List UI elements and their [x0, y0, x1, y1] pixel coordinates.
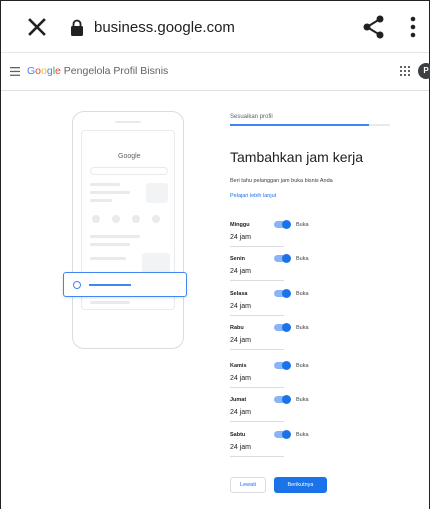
day-row: Jumat Buka 24 jam — [230, 395, 370, 429]
clock-icon — [73, 281, 81, 289]
open-state: Buka — [296, 325, 309, 331]
illustration-dot — [152, 215, 160, 223]
hours-field[interactable]: 24 jam — [230, 375, 251, 382]
toggle-knob — [282, 395, 291, 404]
toggle-knob — [282, 289, 291, 298]
open-state: Buka — [296, 256, 309, 262]
hours-underline — [230, 349, 284, 350]
day-name: Rabu — [230, 325, 244, 331]
phone-speaker — [115, 121, 141, 123]
day-name: Minggu — [230, 222, 250, 228]
illustration-search-bar — [90, 167, 168, 175]
day-row: Sabtu Buka 24 jam — [230, 430, 370, 464]
url-text[interactable]: business.google.com — [94, 19, 235, 36]
browser-toolbar: business.google.com — [1, 1, 429, 53]
brand-letter: G — [27, 65, 36, 77]
hours-underline — [230, 421, 284, 422]
hours-field[interactable]: 24 jam — [230, 409, 251, 416]
open-toggle[interactable] — [274, 254, 291, 263]
illustration-dot — [112, 215, 120, 223]
illustration-line — [90, 191, 130, 194]
product-brand[interactable]: Google Pengelola Profil Bisnis — [27, 65, 168, 77]
hamburger-icon[interactable] — [10, 67, 20, 76]
toggle-knob — [282, 220, 291, 229]
open-state: Buka — [296, 222, 309, 228]
illustration-logo: Google — [118, 153, 141, 160]
day-row: Selasa Buka 24 jam — [230, 289, 370, 323]
day-row: Senin Buka 24 jam — [230, 254, 370, 288]
hours-field[interactable]: 24 jam — [230, 337, 251, 344]
day-name: Sabtu — [230, 432, 246, 438]
illustration-line — [90, 301, 130, 304]
illustration-line — [90, 243, 130, 246]
toggle-knob — [282, 361, 291, 370]
next-button[interactable]: Berikutnya — [274, 477, 327, 493]
lock-icon — [71, 19, 83, 36]
hours-underline — [230, 315, 284, 316]
avatar[interactable]: P — [418, 63, 430, 79]
hours-underline — [230, 246, 284, 247]
day-name: Selasa — [230, 291, 248, 297]
illustration-line — [90, 257, 126, 260]
day-name: Jumat — [230, 397, 247, 403]
illustration-line — [89, 284, 131, 286]
toggle-knob — [282, 254, 291, 263]
open-state: Buka — [296, 363, 309, 369]
skip-button[interactable]: Lewati — [230, 477, 266, 493]
toggle-knob — [282, 430, 291, 439]
toggle-knob — [282, 323, 291, 332]
hours-card-illustration — [63, 272, 187, 297]
hours-field[interactable]: 24 jam — [230, 444, 251, 451]
open-toggle[interactable] — [274, 323, 291, 332]
product-name: Pengelola Profil Bisnis — [60, 65, 169, 77]
learn-more-link[interactable]: Pelajari lebih lanjut — [230, 193, 276, 199]
close-icon[interactable] — [23, 13, 51, 41]
apps-icon[interactable] — [400, 66, 410, 76]
open-state: Buka — [296, 397, 309, 403]
more-vert-icon[interactable] — [405, 13, 421, 41]
day-row: Rabu Buka 24 jam — [230, 323, 370, 357]
illustration-line — [90, 235, 140, 238]
app-bar: Google Pengelola Profil Bisnis P — [1, 53, 430, 91]
illustration-store-icon — [146, 183, 168, 203]
hours-field[interactable]: 24 jam — [230, 234, 251, 241]
open-toggle[interactable] — [274, 220, 291, 229]
open-state: Buka — [296, 291, 309, 297]
hours-underline — [230, 456, 284, 457]
hours-underline — [230, 387, 284, 388]
open-state: Buka — [296, 432, 309, 438]
hours-field[interactable]: 24 jam — [230, 268, 251, 275]
open-toggle[interactable] — [274, 395, 291, 404]
page-description: Beri tahu pelanggan jam buka bisnis Anda — [230, 178, 333, 184]
share-icon[interactable] — [360, 13, 388, 41]
illustration-line — [90, 183, 120, 186]
illustration-line — [90, 199, 112, 202]
illustration-dot — [92, 215, 100, 223]
page-title: Tambahkan jam kerja — [230, 149, 364, 165]
step-label: Sesuaikan profil — [230, 114, 273, 120]
day-name: Kamis — [230, 363, 247, 369]
progress-bar — [230, 124, 390, 126]
open-toggle[interactable] — [274, 361, 291, 370]
progress-fill — [230, 124, 370, 126]
hours-field[interactable]: 24 jam — [230, 303, 251, 310]
day-row: Kamis Buka 24 jam — [230, 361, 370, 395]
phone-illustration: Google — [72, 111, 184, 349]
day-row: Minggu Buka 24 jam — [230, 220, 370, 254]
hours-underline — [230, 280, 284, 281]
open-toggle[interactable] — [274, 289, 291, 298]
day-name: Senin — [230, 256, 245, 262]
illustration-dot — [132, 215, 140, 223]
open-toggle[interactable] — [274, 430, 291, 439]
